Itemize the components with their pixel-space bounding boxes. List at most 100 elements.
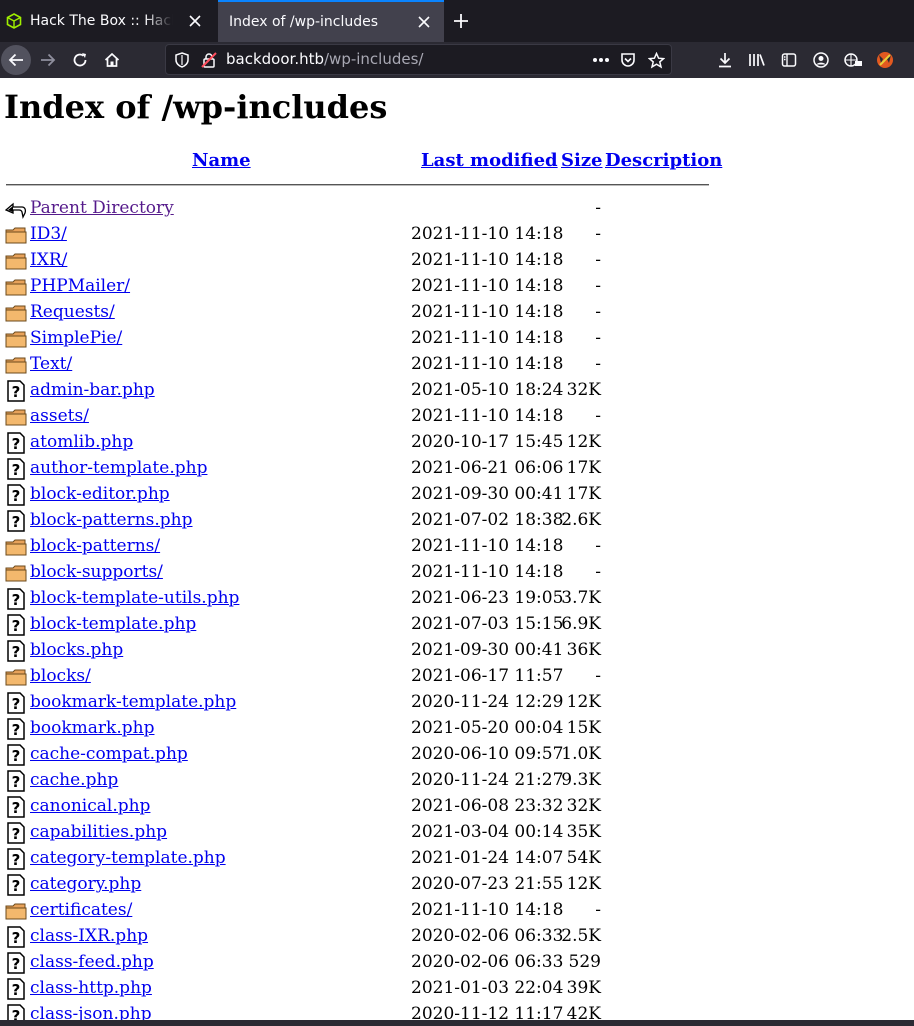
sort-by-name-link[interactable]: Name xyxy=(192,150,251,171)
insecure-lock-icon[interactable] xyxy=(199,50,219,70)
url-host: backdoor.htb xyxy=(226,50,324,68)
folder-link[interactable]: blocks/ xyxy=(30,665,91,687)
downloads-icon[interactable] xyxy=(713,48,737,72)
close-tab-icon[interactable] xyxy=(412,10,436,34)
shield-icon[interactable] xyxy=(172,50,192,70)
size-cell: 6.9K xyxy=(561,614,601,634)
folder-icon xyxy=(5,536,27,558)
svg-text:?: ? xyxy=(12,799,21,817)
file-link[interactable]: class-feed.php xyxy=(30,951,154,973)
sidebar-icon[interactable] xyxy=(777,48,801,72)
sort-by-last-modified-link[interactable]: Last modified xyxy=(421,150,558,171)
last-modified-cell: 2020-02-06 06:33 xyxy=(411,952,564,972)
last-modified-cell: 2020-10-17 15:45 xyxy=(411,432,564,452)
file-link[interactable]: class-json.php xyxy=(30,1003,152,1020)
folder-link[interactable]: assets/ xyxy=(30,405,89,427)
foxyproxy-icon[interactable] xyxy=(873,48,897,72)
folder-link[interactable]: Requests/ xyxy=(30,301,115,323)
last-modified-cell: 2021-05-10 18:24 xyxy=(411,380,564,400)
sort-by-description-link[interactable]: Description xyxy=(605,150,722,171)
file-link[interactable]: block-editor.php xyxy=(30,483,170,505)
folder-link[interactable]: SimplePie/ xyxy=(30,327,122,349)
size-cell: 12K xyxy=(566,432,601,452)
forward-button[interactable] xyxy=(33,45,63,75)
folder-link[interactable]: PHPMailer/ xyxy=(30,275,130,297)
folder-link[interactable]: ID3/ xyxy=(30,223,67,245)
svg-text:?: ? xyxy=(12,929,21,947)
new-tab-button[interactable] xyxy=(449,8,473,34)
last-modified-cell: 2020-07-23 21:55 xyxy=(411,874,564,894)
last-modified-cell: 2021-11-10 14:18 xyxy=(411,224,564,244)
extension-icon[interactable] xyxy=(841,48,865,72)
size-cell: - xyxy=(595,900,601,920)
folder-icon xyxy=(5,250,27,272)
file-link[interactable]: atomlib.php xyxy=(30,431,133,453)
file-link[interactable]: class-IXR.php xyxy=(30,925,148,947)
svg-text:?: ? xyxy=(12,773,21,791)
unknown-file-icon: ? xyxy=(5,432,27,454)
unknown-file-icon: ? xyxy=(5,926,27,948)
size-cell: 12K xyxy=(566,874,601,894)
last-modified-cell: 2020-06-10 09:57 xyxy=(411,744,564,764)
table-row: SimplePie/2021-11-10 14:18 - xyxy=(0,326,914,352)
reload-button[interactable] xyxy=(65,45,95,75)
folder-link[interactable]: block-patterns/ xyxy=(30,535,160,557)
address-bar[interactable]: backdoor.htb/wp-includes/ xyxy=(165,44,672,75)
home-button[interactable] xyxy=(97,45,127,75)
header-divider xyxy=(6,184,709,186)
svg-text:?: ? xyxy=(12,955,21,973)
folder-link[interactable]: Text/ xyxy=(30,353,72,375)
tab-hack-the-box[interactable]: Hack The Box :: Hack The Box xyxy=(0,0,215,42)
size-cell: 1.0K xyxy=(561,744,601,764)
last-modified-cell: 2021-11-10 14:18 xyxy=(411,536,564,556)
tab-index-of-wp-includes[interactable]: Index of /wp-includes xyxy=(218,0,444,42)
file-link[interactable]: block-template-utils.php xyxy=(30,587,239,609)
file-link[interactable]: class-http.php xyxy=(30,977,152,999)
file-link[interactable]: cache.php xyxy=(30,769,118,791)
page-actions-menu-icon[interactable] xyxy=(591,50,611,70)
svg-text:?: ? xyxy=(12,981,21,999)
table-row: Text/2021-11-10 14:18 - xyxy=(0,352,914,378)
file-link[interactable]: bookmark-template.php xyxy=(30,691,236,713)
size-cell: - xyxy=(595,666,601,686)
unknown-file-icon: ? xyxy=(5,796,27,818)
unknown-file-icon: ? xyxy=(5,848,27,870)
folder-link[interactable]: IXR/ xyxy=(30,249,67,271)
table-row: block-supports/2021-11-10 14:18 - xyxy=(0,560,914,586)
table-row: ? class-feed.php 2020-02-06 06:33 529 xyxy=(0,950,914,976)
file-link[interactable]: author-template.php xyxy=(30,457,207,479)
table-row: ? cache-compat.php 2020-06-10 09:57 1.0K xyxy=(0,742,914,768)
file-link[interactable]: admin-bar.php xyxy=(30,379,155,401)
file-link[interactable]: cache-compat.php xyxy=(30,743,188,765)
folder-link[interactable]: block-supports/ xyxy=(30,561,163,583)
unknown-file-icon: ? xyxy=(5,978,27,1000)
svg-text:?: ? xyxy=(12,877,21,895)
account-icon[interactable] xyxy=(809,48,833,72)
url-text: backdoor.htb/wp-includes/ xyxy=(226,45,423,74)
file-link[interactable]: bookmark.php xyxy=(30,717,154,739)
back-arrow-icon xyxy=(4,198,27,220)
svg-text:?: ? xyxy=(12,487,21,505)
file-link[interactable]: category.php xyxy=(30,873,141,895)
folder-link[interactable]: certificates/ xyxy=(30,899,132,921)
file-link[interactable]: capabilities.php xyxy=(30,821,167,843)
back-button[interactable] xyxy=(1,45,31,75)
bookmark-star-icon[interactable] xyxy=(646,50,666,70)
sort-by-size-link[interactable]: Size xyxy=(561,150,603,171)
file-link[interactable]: category-template.php xyxy=(30,847,226,869)
file-link[interactable]: canonical.php xyxy=(30,795,150,817)
last-modified-cell: 2020-11-12 11:17 xyxy=(411,1004,564,1020)
hack-the-box-cube-icon xyxy=(4,11,24,31)
table-row: ? cache.php 2020-11-24 21:27 9.3K xyxy=(0,768,914,794)
close-tab-icon[interactable] xyxy=(183,9,207,33)
svg-text:?: ? xyxy=(12,851,21,869)
file-link[interactable]: block-patterns.php xyxy=(30,509,192,531)
parent-directory-link[interactable]: Parent Directory xyxy=(30,197,174,219)
pocket-icon[interactable] xyxy=(618,50,638,70)
size-cell: - xyxy=(595,302,601,322)
size-cell: - xyxy=(595,328,601,348)
size-cell: - xyxy=(595,250,601,270)
file-link[interactable]: block-template.php xyxy=(30,613,196,635)
file-link[interactable]: blocks.php xyxy=(30,639,123,661)
library-icon[interactable] xyxy=(745,48,769,72)
